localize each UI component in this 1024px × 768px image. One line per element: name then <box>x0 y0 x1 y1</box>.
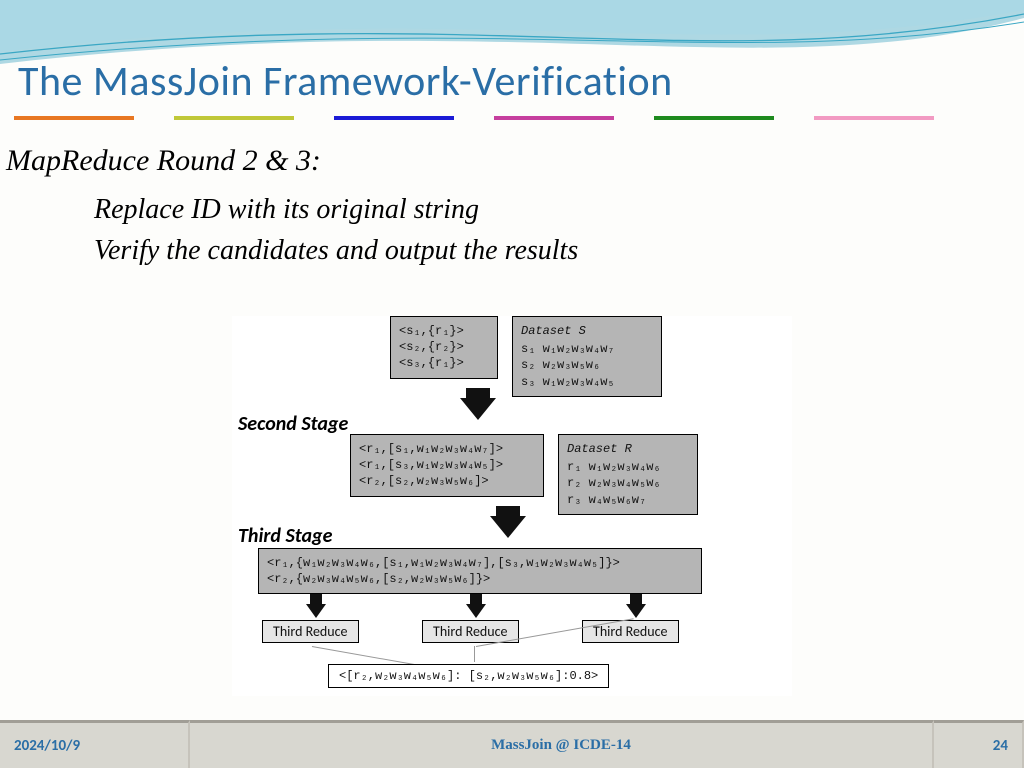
combined-row: <r₁,{w₁w₂w₃w₄w₆,[s₁,w₁w₂w₃w₄w₇],[s₃,w₁w₂… <box>267 555 693 571</box>
flow-diagram: <s₁,{r₁}> <s₂,{r₂}> <s₃,{r₁}> Dataset S … <box>232 316 792 696</box>
dataset-row: s₁ w₁w₂w₃w₄w₇ <box>521 341 653 357</box>
footer-page-number: 24 <box>934 720 1024 768</box>
section-subtitle: MapReduce Round 2 & 3: <box>6 144 321 178</box>
pair-row: <s₂,{r₂}> <box>399 339 489 355</box>
dataset-row: r₃ w₄w₅w₆w₇ <box>567 492 689 508</box>
mid-row: <r₁,[s₁,w₁w₂w₃w₄w₇]> <box>359 441 535 457</box>
third-stage-label: Third Stage <box>238 524 332 548</box>
second-stage-label: Second Stage <box>238 412 348 436</box>
bullet-item: Replace ID with its original string <box>94 190 578 231</box>
reduce-box: Third Reduce <box>262 620 359 643</box>
slide-footer: 2024/10/9 MassJoin @ ICDE-14 24 <box>0 720 1024 768</box>
combined-row: <r₂,{w₂w₃w₄w₅w₆,[s₂,w₂w₃w₅w₆]}> <box>267 571 693 587</box>
dataset-row: s₃ w₁w₂w₃w₄w₅ <box>521 374 653 390</box>
reduce-box: Third Reduce <box>582 620 679 643</box>
arrow-icon <box>626 604 646 618</box>
dataset-row: r₂ w₂w₃w₄w₅w₆ <box>567 475 689 491</box>
mid-row: <r₂,[s₂,w₂w₃w₅w₆]> <box>359 473 535 489</box>
combined-box: <r₁,{w₁w₂w₃w₄w₆,[s₁,w₁w₂w₃w₄w₇],[s₃,w₁w₂… <box>258 548 702 594</box>
title-underline <box>14 116 934 120</box>
result-box: <[r₂,w₂w₃w₄w₅w₆]: [s₂,w₂w₃w₅w₆]:0.8> <box>328 664 609 688</box>
dataset-s-title: Dataset S <box>521 323 653 339</box>
dataset-row: s₂ w₂w₃w₅w₆ <box>521 357 653 373</box>
arrow-icon <box>460 398 496 420</box>
mid-row: <r₁,[s₃,w₁w₂w₃w₄w₅]> <box>359 457 535 473</box>
mid-box: <r₁,[s₁,w₁w₂w₃w₄w₇]> <r₁,[s₃,w₁w₂w₃w₄w₅]… <box>350 434 544 497</box>
dataset-row: r₁ w₁w₂w₃w₄w₆ <box>567 459 689 475</box>
arrow-icon <box>306 604 326 618</box>
reduce-box: Third Reduce <box>422 620 519 643</box>
dataset-r-box: Dataset R r₁ w₁w₂w₃w₄w₆ r₂ w₂w₃w₄w₅w₆ r₃… <box>558 434 698 515</box>
footer-date: 2024/10/9 <box>0 720 190 768</box>
pair-row: <s₃,{r₁}> <box>399 355 489 371</box>
bullet-list: Replace ID with its original string Veri… <box>94 190 578 271</box>
bullet-item: Verify the candidates and output the res… <box>94 231 578 272</box>
footer-center: MassJoin @ ICDE-14 <box>190 720 934 768</box>
pair-row: <s₁,{r₁}> <box>399 323 489 339</box>
arrow-icon <box>466 604 486 618</box>
dataset-r-title: Dataset R <box>567 441 689 457</box>
dataset-s-box: Dataset S s₁ w₁w₂w₃w₄w₇ s₂ w₂w₃w₅w₆ s₃ w… <box>512 316 662 397</box>
arrow-icon <box>490 516 526 538</box>
pairs-box: <s₁,{r₁}> <s₂,{r₂}> <s₃,{r₁}> <box>390 316 498 379</box>
slide-title: The MassJoin Framework-Verification <box>18 56 673 107</box>
